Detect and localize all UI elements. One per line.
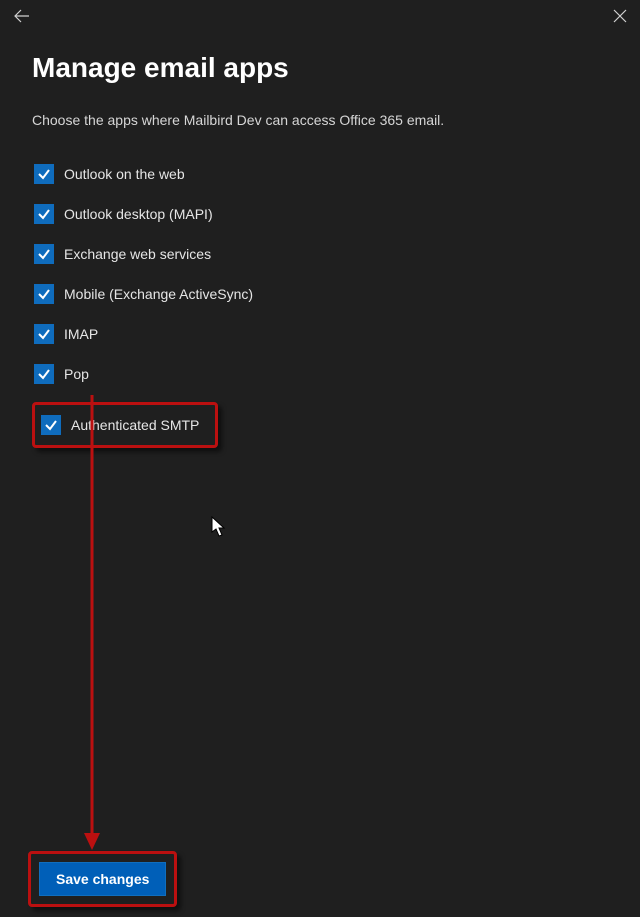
checkbox[interactable] xyxy=(34,164,54,184)
option-label: Outlook desktop (MAPI) xyxy=(64,206,213,222)
checkbox[interactable] xyxy=(34,284,54,304)
option-label: Authenticated SMTP xyxy=(71,417,199,433)
option-row[interactable]: Exchange web services xyxy=(32,242,217,266)
page-title: Manage email apps xyxy=(32,52,608,84)
annotation-highlight-save: Save changes xyxy=(28,851,177,907)
check-icon xyxy=(37,247,51,261)
checkbox[interactable] xyxy=(34,364,54,384)
annotation-arrow xyxy=(80,395,110,855)
option-row[interactable]: Outlook desktop (MAPI) xyxy=(32,202,219,226)
checkbox[interactable] xyxy=(34,204,54,224)
option-label: Outlook on the web xyxy=(64,166,185,182)
email-apps-list: Outlook on the web Outlook desktop (MAPI)… xyxy=(32,162,608,448)
checkbox[interactable] xyxy=(41,415,61,435)
check-icon xyxy=(37,287,51,301)
check-icon xyxy=(37,327,51,341)
arrow-left-icon xyxy=(14,8,30,24)
checkbox[interactable] xyxy=(34,244,54,264)
option-label: IMAP xyxy=(64,326,98,342)
close-button[interactable] xyxy=(608,4,632,28)
option-row[interactable]: IMAP xyxy=(32,322,104,346)
checkbox[interactable] xyxy=(34,324,54,344)
check-icon xyxy=(37,167,51,181)
option-row[interactable]: Pop xyxy=(32,362,95,386)
option-row[interactable]: Authenticated SMTP xyxy=(39,413,205,437)
save-changes-button[interactable]: Save changes xyxy=(39,862,166,896)
mouse-cursor-icon xyxy=(211,516,227,538)
check-icon xyxy=(37,367,51,381)
annotation-highlight-option: Authenticated SMTP xyxy=(32,402,218,448)
option-label: Mobile (Exchange ActiveSync) xyxy=(64,286,253,302)
option-row[interactable]: Mobile (Exchange ActiveSync) xyxy=(32,282,259,306)
option-label: Pop xyxy=(64,366,89,382)
check-icon xyxy=(44,418,58,432)
back-button[interactable] xyxy=(10,4,34,28)
option-label: Exchange web services xyxy=(64,246,211,262)
close-icon xyxy=(613,9,627,23)
check-icon xyxy=(37,207,51,221)
option-row[interactable]: Outlook on the web xyxy=(32,162,191,186)
page-description: Choose the apps where Mailbird Dev can a… xyxy=(32,112,608,128)
